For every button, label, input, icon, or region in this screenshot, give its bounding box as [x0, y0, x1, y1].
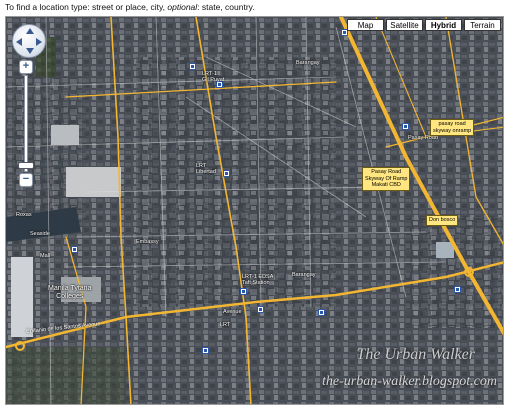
- transit-marker[interactable]: [454, 286, 461, 293]
- hint-suffix: : state, country.: [197, 2, 255, 12]
- label-seaside: Seaside: [30, 231, 50, 237]
- transit-marker[interactable]: [189, 63, 196, 70]
- transit-marker[interactable]: [223, 170, 230, 177]
- label-roxas: Roxas: [16, 212, 32, 218]
- hint-prefix: To find a location type: street or place…: [5, 2, 166, 12]
- transit-marker[interactable]: [202, 347, 209, 354]
- callout2-line3: Makati CBD: [371, 182, 401, 188]
- map-type-hybrid-button[interactable]: Hybrid: [425, 19, 462, 31]
- label-lrt-edsa: LRT-1 EDSA Taft Station: [242, 274, 273, 286]
- zoom-out-button[interactable]: −: [19, 173, 33, 187]
- hint-optional: optional: [167, 2, 198, 12]
- manila-tytana-line2: Colleges: [56, 293, 84, 300]
- pan-control: [12, 24, 46, 58]
- roundabout-edsa-west: [15, 341, 25, 351]
- zoom-in-button[interactable]: +: [19, 60, 33, 74]
- satellite-map[interactable]: LRT-1 Gil Puyat LRT Libertad Embassy LRT…: [5, 16, 504, 405]
- watermark-title: The Urban Walker: [356, 346, 475, 363]
- callout-pasay-road-offramp[interactable]: Pasay Road Skyway Of Ramp Makati CBD: [362, 167, 411, 191]
- transit-marker[interactable]: [257, 306, 264, 313]
- map-type-terrain-button[interactable]: Terrain: [464, 19, 501, 31]
- label-barangay-a: Barangay: [296, 60, 320, 66]
- zoom-slider-thumb[interactable]: [18, 162, 34, 169]
- callout1-line2: skyway onramp: [433, 127, 472, 134]
- label-avenue: Avenue: [223, 309, 242, 315]
- label-embassy: Embassy: [136, 239, 159, 245]
- lrt-edsa-line2: Taft Station: [242, 280, 270, 286]
- callout-pasay-road-onramp[interactable]: pasay road skyway onramp: [430, 119, 475, 136]
- pan-left-icon[interactable]: [16, 38, 22, 46]
- label-mall: Mall: [40, 253, 51, 259]
- transit-marker[interactable]: [71, 246, 78, 253]
- label-lrt-bottom: LRT: [220, 322, 231, 328]
- map-type-satellite-button[interactable]: Satellite: [386, 19, 423, 31]
- transit-marker[interactable]: [318, 309, 325, 316]
- roundabout-edsa-east: [464, 267, 474, 277]
- callout2-line1: Pasay Road: [371, 169, 402, 175]
- transit-marker[interactable]: [402, 123, 409, 130]
- callout-don-bosco[interactable]: Don bosco: [426, 215, 459, 226]
- pan-down-icon[interactable]: [26, 48, 34, 54]
- label-libertad: Libertad: [196, 169, 216, 175]
- map-type-map-button[interactable]: Map: [347, 19, 384, 31]
- callout1-line1: pasay road: [438, 121, 466, 127]
- zoom-slider-track[interactable]: [24, 75, 28, 172]
- pan-right-icon[interactable]: [36, 38, 42, 46]
- label-barangay-b: Barangay: [292, 272, 316, 278]
- location-hint: To find a location type: street or place…: [5, 2, 255, 12]
- label-manila-tytana: Manila Tytana Colleges: [48, 285, 91, 301]
- map-type-controls: Map Satellite Hybrid Terrain: [347, 19, 501, 31]
- transit-marker[interactable]: [240, 288, 247, 295]
- label-gil-puyat: Gil Puyat: [202, 77, 225, 83]
- pan-up-icon[interactable]: [26, 28, 34, 34]
- manila-tytana-line1: Manila Tytana: [48, 285, 92, 292]
- callout3-line1: Don bosco: [429, 217, 456, 223]
- watermark-url: the-urban-walker.blogspot.com: [322, 374, 497, 389]
